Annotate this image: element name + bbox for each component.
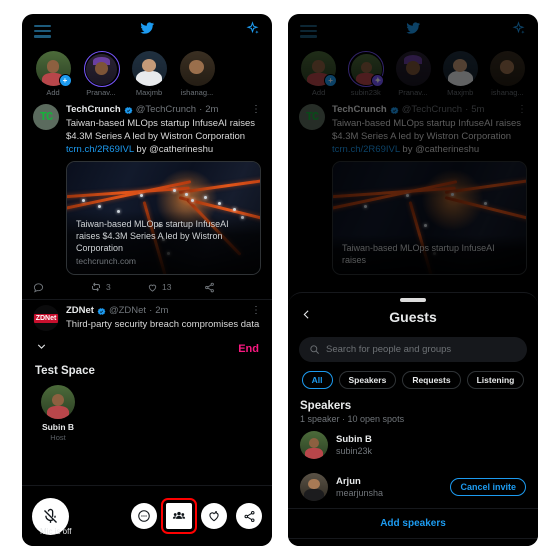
space-host[interactable]: Subin B Host [22, 377, 94, 442]
sheet-title: Guests [389, 308, 437, 325]
tweet-text-part: Series A led by Wistron Corporation [95, 131, 246, 142]
chip-speakers[interactable]: Speakers [338, 370, 397, 389]
list-item[interactable]: Subin B subin23k [288, 424, 538, 466]
screenshot-stage: + Add Pranav... Maxjmb ishanag... TC Tec… [0, 0, 560, 560]
mic-off-icon [44, 508, 57, 523]
people-guests-icon [172, 511, 186, 519]
add-speakers-button[interactable]: Add speakers [288, 509, 538, 539]
avatar[interactable] [300, 472, 328, 501]
tweet-zdnet[interactable]: ZDNet ZDNet @ZDNet · 2m ⋮ Third-party se… [22, 300, 272, 331]
tweet-author-name: TechCrunch [66, 104, 121, 115]
person-name: Subin B [336, 433, 372, 445]
tweet-more-icon[interactable]: ⋮ [251, 306, 261, 316]
tweet-author-name: ZDNet [66, 305, 94, 316]
people-guests-button[interactable] [161, 498, 197, 534]
heart-plus-icon [209, 511, 219, 522]
person-handle: subin23k [336, 445, 373, 456]
tweet-actions: 3 13 [22, 275, 272, 297]
tweet-text: Third-party security breach compromises … [66, 319, 261, 330]
filter-chips: All Speakers Requests Listening [288, 362, 538, 389]
fleet-label: Add [46, 88, 60, 97]
verified-badge-icon [124, 106, 133, 114]
sparkle-icon[interactable] [245, 21, 260, 41]
tweet-text: Taiwan-based MLOps startup InfuseAI rais… [66, 117, 261, 156]
person-name: Arjun [336, 475, 361, 487]
section-title-speakers: Speakers [300, 399, 352, 412]
mic-toggle-button[interactable]: Mic is off [32, 497, 72, 536]
emoji-reaction-button[interactable] [131, 503, 157, 529]
fleet-item[interactable]: Pranav... [80, 51, 122, 97]
cancel-invite-button[interactable]: Cancel invite [450, 477, 526, 496]
search-placeholder: Search for people and groups [326, 343, 452, 355]
menu-icon[interactable] [34, 24, 51, 38]
tweet-text-part: by @catherineshu [133, 144, 214, 155]
control-buttons [131, 498, 262, 534]
search-input[interactable]: Search for people and groups [299, 336, 527, 362]
tweet-timestamp: 2m [205, 104, 219, 115]
avatar[interactable] [300, 430, 328, 459]
fleet-label: ishanag... [180, 88, 214, 97]
retweet-button[interactable]: 3 [90, 281, 147, 293]
card-domain: techcrunch.com [76, 256, 136, 266]
fleet-label: Pranav... [86, 88, 116, 97]
share-icon[interactable] [204, 282, 261, 293]
mic-status-label: Mic is off [40, 526, 72, 536]
list-item[interactable]: Arjun mearjunsha Cancel invite [288, 466, 538, 509]
host-role: Host [50, 433, 66, 442]
space-control-bar: Mic is off [22, 485, 272, 546]
section-subtitle: 1 speaker · 10 open spots [300, 413, 405, 424]
tweet-timestamp: 2m [155, 305, 169, 316]
host-name: Subin B [41, 422, 75, 432]
share-button[interactable] [236, 503, 262, 529]
fleet-label: Maxjmb [135, 88, 163, 97]
tweet-techcrunch[interactable]: TC TechCrunch @TechCrunch · 2m ⋮ Taiwan-… [22, 99, 272, 275]
retweet-count: 3 [106, 281, 111, 292]
chip-listening[interactable]: Listening [466, 370, 525, 389]
fleet-item[interactable]: + Add [32, 51, 74, 97]
sheet-header: Guests [288, 302, 538, 329]
share-icon [243, 510, 255, 522]
like-button[interactable]: 13 [147, 282, 204, 293]
fleet-item[interactable]: Maxjmb [128, 51, 170, 97]
phone-panel-right: + Add ✦ subin23k Pranav... Maxjmb ishana… [288, 14, 538, 546]
space-bar-header: End [22, 331, 272, 363]
avatar[interactable] [41, 385, 75, 419]
top-bar-left [22, 14, 272, 48]
verified-badge-icon [97, 307, 106, 315]
tweet-handle: @ZDNet [108, 305, 147, 316]
media-caption: Taiwan-based MLOps startup InfuseAI rais… [67, 211, 260, 274]
end-space-button[interactable]: End [238, 343, 259, 355]
tweet-handle: @TechCrunch [135, 104, 197, 115]
avatar[interactable]: ZDNet [33, 305, 59, 331]
avatar[interactable]: TC [33, 104, 59, 130]
phone-panel-left: + Add Pranav... Maxjmb ishanag... TC Tec… [22, 14, 272, 546]
guests-sheet: Guests Search for people and groups All … [288, 292, 538, 546]
twitter-bird-icon [139, 21, 156, 40]
card-title: Taiwan-based MLOps startup InfuseAI rais… [76, 219, 229, 253]
person-handle: mearjunsha [336, 487, 384, 498]
search-icon [310, 344, 319, 354]
space-title: Test Space [35, 365, 95, 377]
tweet-media-card[interactable]: Taiwan-based MLOps startup InfuseAI rais… [66, 161, 261, 275]
chip-requests[interactable]: Requests [402, 370, 461, 389]
add-fleet-badge-icon[interactable]: + [58, 74, 72, 87]
chip-all[interactable]: All [301, 370, 333, 389]
tweet-more-icon[interactable]: ⋮ [251, 105, 261, 115]
fleets-row-left: + Add Pranav... Maxjmb ishanag... [22, 48, 272, 99]
heart-plus-button[interactable] [201, 503, 227, 529]
emoji-reaction-icon [138, 510, 150, 522]
reply-button[interactable] [33, 282, 90, 293]
chevron-down-icon[interactable] [35, 340, 48, 358]
tweet-link[interactable]: tcrn.ch/2R69IVL [66, 144, 134, 155]
fleet-item[interactable]: ishanag... [176, 51, 218, 97]
like-count: 13 [162, 281, 172, 292]
